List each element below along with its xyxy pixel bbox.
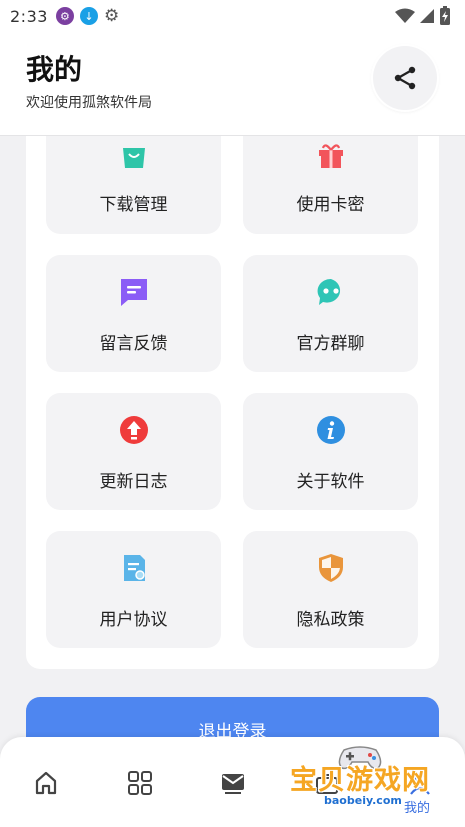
download-notification-icon: ↓	[79, 7, 98, 25]
gift-icon	[314, 138, 348, 172]
tile-label: 隐私政策	[296, 610, 365, 630]
watermark-text: 宝贝游戏网	[290, 765, 430, 796]
header: 我的 欢迎使用孤煞软件局	[0, 32, 465, 136]
status-time: 2:33	[10, 6, 48, 26]
battery-icon	[440, 6, 450, 25]
page-subtitle: 欢迎使用孤煞软件局	[26, 95, 152, 111]
mail-icon	[222, 774, 244, 794]
wifi-icon	[395, 8, 415, 23]
user-agreement-tile[interactable]: 用户协议	[46, 531, 221, 648]
apps-icon	[128, 771, 152, 795]
official-group-tile[interactable]: 官方群聊	[243, 255, 418, 372]
status-bar: 2:33 ⚙ ↓ ⚙	[0, 0, 465, 32]
document-icon	[117, 551, 151, 585]
privacy-policy-tile[interactable]: 隐私政策	[243, 531, 418, 648]
signal-icon	[420, 9, 434, 23]
upload-icon	[117, 413, 151, 447]
nav-apps[interactable]	[126, 769, 154, 797]
info-icon	[314, 413, 348, 447]
chat-bot-icon	[314, 275, 348, 309]
about-tile[interactable]: 关于软件	[243, 393, 418, 510]
nav-home[interactable]	[32, 769, 60, 797]
app-notification-icon: ⚙	[55, 7, 74, 25]
changelog-tile[interactable]: 更新日志	[46, 393, 221, 510]
tile-label: 留言反馈	[99, 334, 168, 354]
share-icon	[394, 66, 416, 90]
home-icon	[35, 771, 57, 795]
download-manager-tile[interactable]: 下载管理	[46, 136, 221, 234]
menu-card: 下载管理 使用卡密 留言反馈 官方群聊 更新日志 关于软件 用户协议 隐私政策	[26, 136, 439, 669]
watermark-url: baobeiy.com	[324, 794, 402, 807]
tile-label: 用户协议	[99, 610, 168, 630]
tile-label: 下载管理	[99, 195, 168, 215]
watermark: 宝贝游戏网 baobeiy.com	[288, 742, 438, 822]
page-title: 我的	[26, 53, 83, 86]
use-card-key-tile[interactable]: 使用卡密	[243, 136, 418, 234]
tile-label: 官方群聊	[296, 334, 365, 354]
nav-messages[interactable]	[219, 769, 247, 797]
shopping-bag-icon	[117, 138, 151, 172]
tile-label: 更新日志	[99, 472, 168, 492]
feedback-tile[interactable]: 留言反馈	[46, 255, 221, 372]
tile-label: 使用卡密	[296, 195, 365, 215]
message-icon	[117, 275, 151, 309]
share-button[interactable]	[373, 46, 437, 110]
tile-label: 关于软件	[296, 472, 365, 492]
settings-notification-icon: ⚙	[103, 6, 120, 26]
shield-icon	[314, 551, 348, 585]
